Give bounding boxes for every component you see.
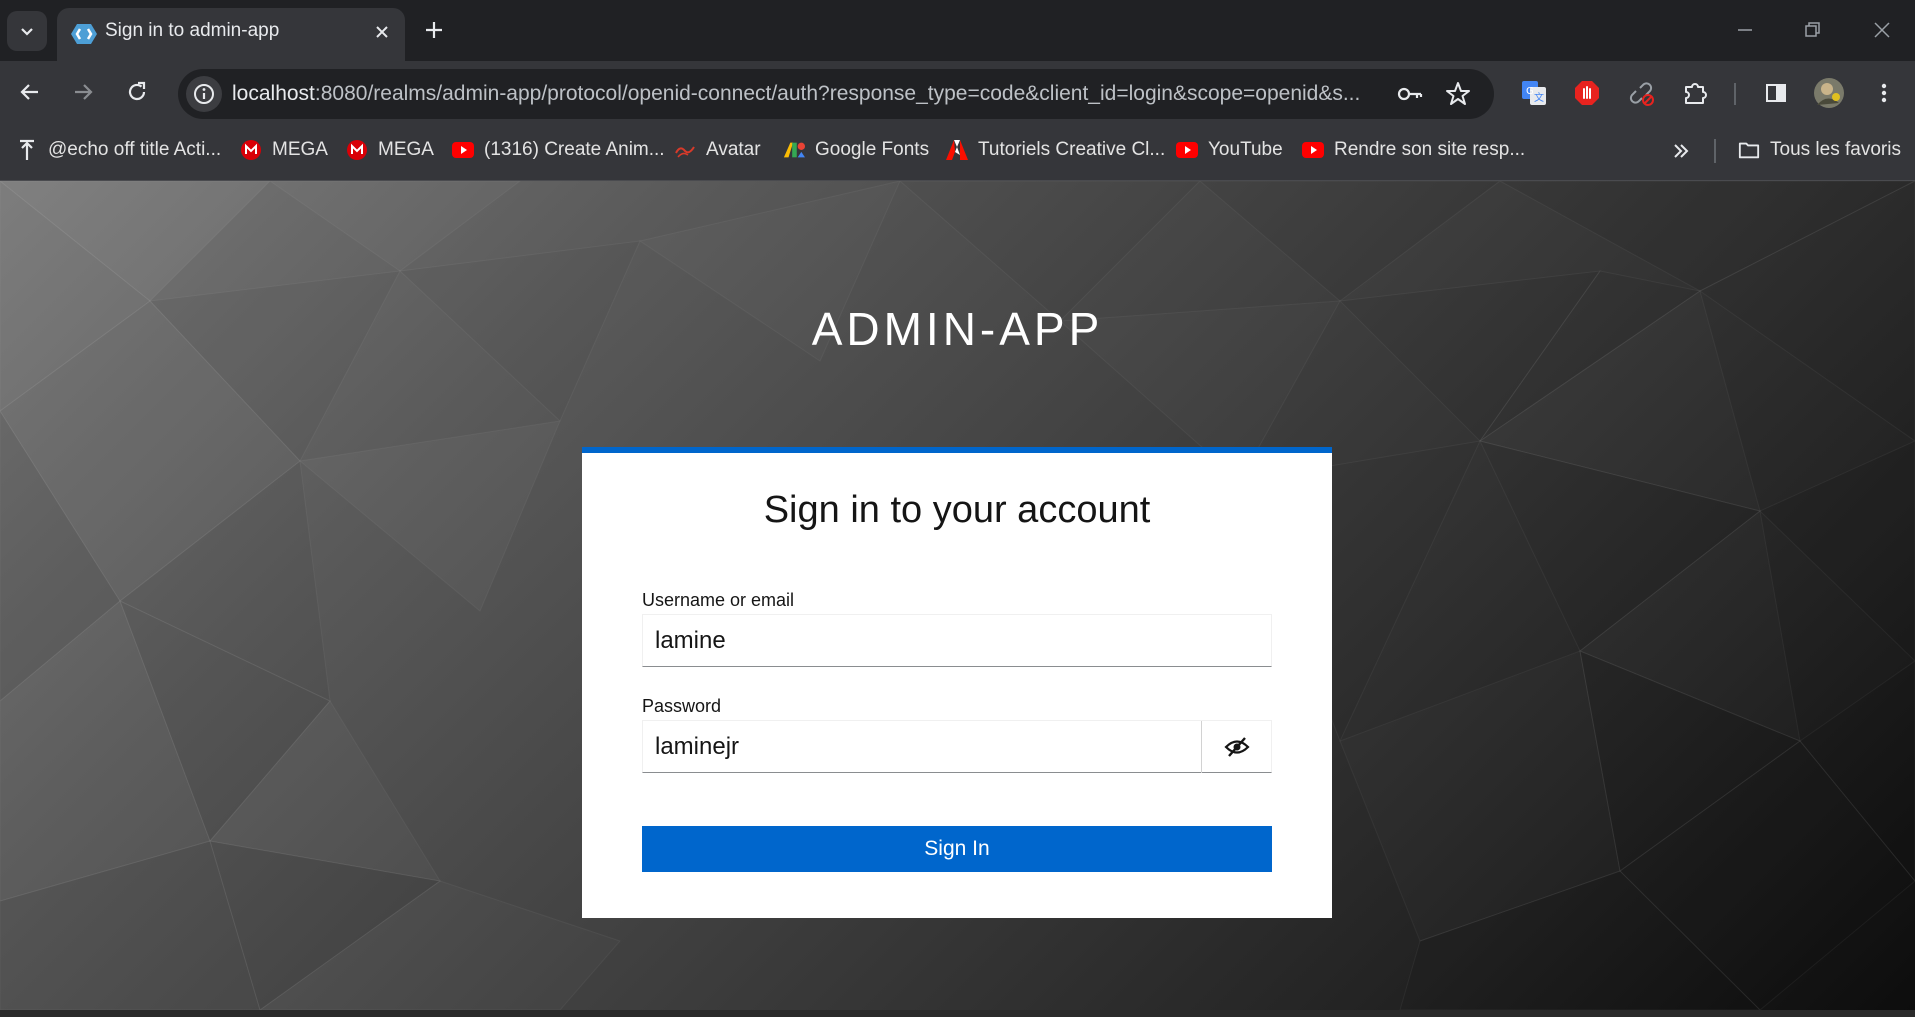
reload-icon bbox=[128, 81, 146, 101]
google-fonts-icon bbox=[783, 139, 805, 161]
bookmark-label: YouTube bbox=[1208, 139, 1283, 160]
minimize-button[interactable] bbox=[1725, 10, 1765, 50]
bookmark-label: (1316) Create Anim... bbox=[484, 139, 665, 160]
adobe-icon bbox=[946, 139, 968, 161]
username-label: Username or email bbox=[642, 590, 795, 610]
bookmark-item[interactable]: Google Fonts bbox=[783, 126, 929, 174]
chevron-down-icon bbox=[21, 28, 33, 36]
side-panel-button[interactable] bbox=[1756, 73, 1796, 113]
disabled-link-extension[interactable] bbox=[1621, 73, 1661, 113]
password-label: Password bbox=[642, 696, 722, 716]
close-icon bbox=[376, 26, 388, 38]
login-card: Sign in to your account Username or emai… bbox=[582, 447, 1332, 918]
forward-button[interactable] bbox=[62, 71, 104, 113]
avatar-icon bbox=[674, 139, 696, 161]
bookmark-star-button[interactable] bbox=[1442, 78, 1474, 110]
bookmark-item[interactable]: YouTube bbox=[1176, 126, 1283, 174]
google-translate-extension[interactable]: G文 bbox=[1514, 73, 1554, 113]
active-tab[interactable]: Sign in to admin-app bbox=[57, 8, 405, 61]
pin-icon bbox=[16, 139, 38, 161]
puzzle-icon bbox=[1685, 83, 1707, 104]
tab-strip: Sign in to admin-app bbox=[0, 0, 1915, 61]
arrow-left-icon bbox=[20, 84, 38, 100]
bookmark-item[interactable]: MEGA bbox=[346, 126, 434, 174]
info-icon bbox=[194, 84, 214, 104]
key-icon bbox=[1397, 87, 1423, 101]
bottom-edge bbox=[0, 1010, 1915, 1017]
adblock-extension[interactable] bbox=[1567, 73, 1607, 113]
bookmark-item[interactable]: MEGA bbox=[240, 126, 328, 174]
site-info-button[interactable] bbox=[186, 76, 222, 112]
all-bookmarks-label: Tous les favoris bbox=[1770, 139, 1901, 160]
svg-text:G: G bbox=[1526, 86, 1534, 97]
toolbar-separator bbox=[1734, 83, 1736, 105]
eye-slash-icon bbox=[1223, 737, 1250, 757]
star-icon bbox=[1446, 82, 1470, 105]
mega-icon bbox=[346, 139, 368, 161]
bookmark-item[interactable]: Avatar bbox=[674, 126, 761, 174]
reload-button[interactable] bbox=[116, 71, 158, 113]
username-value: lamine bbox=[655, 627, 726, 654]
realm-title: ADMIN-APP bbox=[811, 303, 1104, 355]
youtube-icon bbox=[452, 139, 474, 161]
chrome-menu-button[interactable] bbox=[1864, 73, 1904, 113]
side-panel-icon bbox=[1766, 84, 1786, 102]
username-field[interactable]: lamine bbox=[642, 614, 1272, 667]
toggle-password-visibility-button[interactable] bbox=[1201, 721, 1271, 773]
browser-toolbar: localhost:8080/realms/admin-app/protocol… bbox=[0, 61, 1915, 126]
youtube-icon bbox=[1176, 139, 1198, 161]
link-off-icon bbox=[1629, 82, 1654, 106]
all-bookmarks-button[interactable]: Tous les favoris bbox=[1738, 126, 1901, 174]
bookmark-label: Avatar bbox=[706, 139, 761, 160]
page-title: Sign in to your account bbox=[763, 489, 1151, 531]
bookmark-item[interactable]: Rendre son site resp... bbox=[1302, 126, 1525, 174]
new-tab-button[interactable] bbox=[417, 13, 451, 47]
arrow-right-icon bbox=[75, 84, 93, 100]
bookmark-label: Rendre son site resp... bbox=[1334, 139, 1526, 160]
login-page: ADMIN-APP Sign in to your account Userna… bbox=[0, 181, 1915, 1010]
minimize-icon bbox=[1738, 29, 1752, 31]
bookmark-label: Tutoriels Creative Cl... bbox=[978, 139, 1166, 160]
tab-title: Sign in to admin-app bbox=[105, 20, 280, 41]
profile-button[interactable] bbox=[1809, 73, 1849, 113]
password-field[interactable]: laminejr bbox=[642, 720, 1272, 773]
stop-hand-icon bbox=[1575, 81, 1599, 105]
sign-in-button[interactable]: Sign In bbox=[642, 826, 1272, 872]
double-chevron-right-icon bbox=[1674, 144, 1689, 158]
more-vertical-icon bbox=[1881, 83, 1887, 103]
more-bookmarks-button[interactable] bbox=[1666, 136, 1696, 166]
bookmarks-separator bbox=[1714, 139, 1716, 163]
url-text[interactable]: localhost:8080/realms/admin-app/protocol… bbox=[232, 69, 1360, 119]
bookmark-label: MEGA bbox=[272, 139, 328, 160]
bookmarks-bar: @echo off title Acti... MEGA MEGA (1316)… bbox=[0, 126, 1915, 181]
close-window-button[interactable] bbox=[1862, 10, 1902, 50]
translate-icon: G文 bbox=[1522, 81, 1546, 105]
plus-icon bbox=[426, 22, 442, 38]
keycloak-favicon-icon bbox=[71, 24, 97, 44]
address-bar[interactable]: localhost:8080/realms/admin-app/protocol… bbox=[178, 69, 1494, 119]
bookmark-label: @echo off title Acti... bbox=[48, 139, 222, 160]
password-value: laminejr bbox=[655, 733, 740, 760]
password-key-button[interactable] bbox=[1394, 78, 1426, 110]
folder-icon bbox=[1738, 139, 1760, 161]
bookmark-label: MEGA bbox=[378, 139, 434, 160]
mega-icon bbox=[240, 139, 262, 161]
extensions-button[interactable] bbox=[1676, 73, 1716, 113]
bookmark-label: Google Fonts bbox=[815, 139, 930, 160]
restore-icon bbox=[1805, 22, 1820, 37]
bookmark-item[interactable]: @echo off title Acti... bbox=[16, 126, 221, 174]
avatar bbox=[1814, 78, 1844, 108]
back-button[interactable] bbox=[9, 71, 51, 113]
tab-search-button[interactable] bbox=[7, 11, 47, 51]
restore-button[interactable] bbox=[1793, 10, 1833, 50]
url-host: localhost bbox=[232, 82, 315, 105]
tab-close-button[interactable] bbox=[370, 20, 394, 44]
url-path: :8080/realms/admin-app/protocol/openid-c… bbox=[314, 82, 1361, 105]
youtube-icon bbox=[1302, 139, 1324, 161]
bookmark-item[interactable]: Tutoriels Creative Cl... bbox=[946, 126, 1165, 174]
svg-text:文: 文 bbox=[1534, 91, 1544, 104]
bookmark-item[interactable]: (1316) Create Anim... bbox=[452, 126, 665, 174]
close-icon bbox=[1874, 22, 1890, 38]
